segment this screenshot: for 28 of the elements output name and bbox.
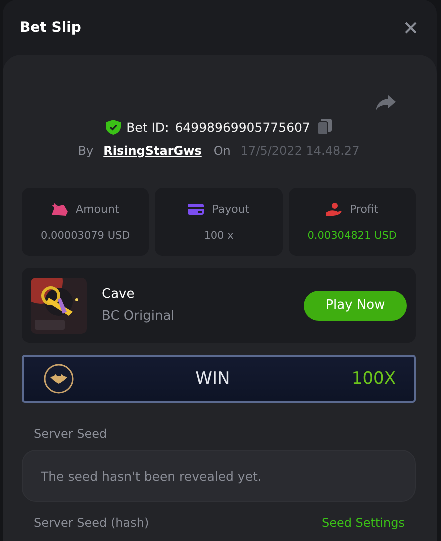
- window-title: Bet Slip: [20, 20, 82, 36]
- bet-date: 17/5/2022 14.48.27: [240, 144, 360, 158]
- game-provider: BC Original: [102, 309, 176, 324]
- stat-value: 0.00003079 USD: [41, 230, 130, 242]
- shield-check-icon: [106, 120, 121, 134]
- copy-icon: [318, 119, 332, 135]
- field-label: Server Seed: [34, 427, 108, 441]
- result-multiplier: 100X: [352, 369, 396, 389]
- bet-id-label: Bet ID:: [126, 120, 170, 134]
- stat-label: Amount: [76, 203, 120, 216]
- user-link[interactable]: RisingStarGws: [104, 144, 202, 158]
- result-label: WIN: [194, 369, 232, 389]
- game-name: Cave: [102, 287, 136, 302]
- by-label: By: [78, 144, 94, 158]
- bat-icon: [44, 364, 74, 394]
- bet-id: 64998969905775607: [175, 120, 310, 134]
- copy-button[interactable]: [318, 119, 332, 135]
- seed-field[interactable]: The seed hasn't been revealed yet.: [22, 450, 416, 502]
- close-icon: [405, 22, 417, 34]
- close-button[interactable]: [405, 22, 417, 34]
- stat-value: 0.00304821 USD: [308, 230, 397, 242]
- seed-settings-link[interactable]: Seed Settings: [322, 516, 405, 530]
- share-icon: [376, 95, 396, 111]
- field-label: Server Seed (hash): [34, 516, 150, 530]
- on-label: On: [214, 144, 231, 158]
- stat-label: Profit: [350, 203, 379, 216]
- stat-label: Payout: [212, 203, 250, 216]
- stat-value: 100 x: [204, 230, 234, 242]
